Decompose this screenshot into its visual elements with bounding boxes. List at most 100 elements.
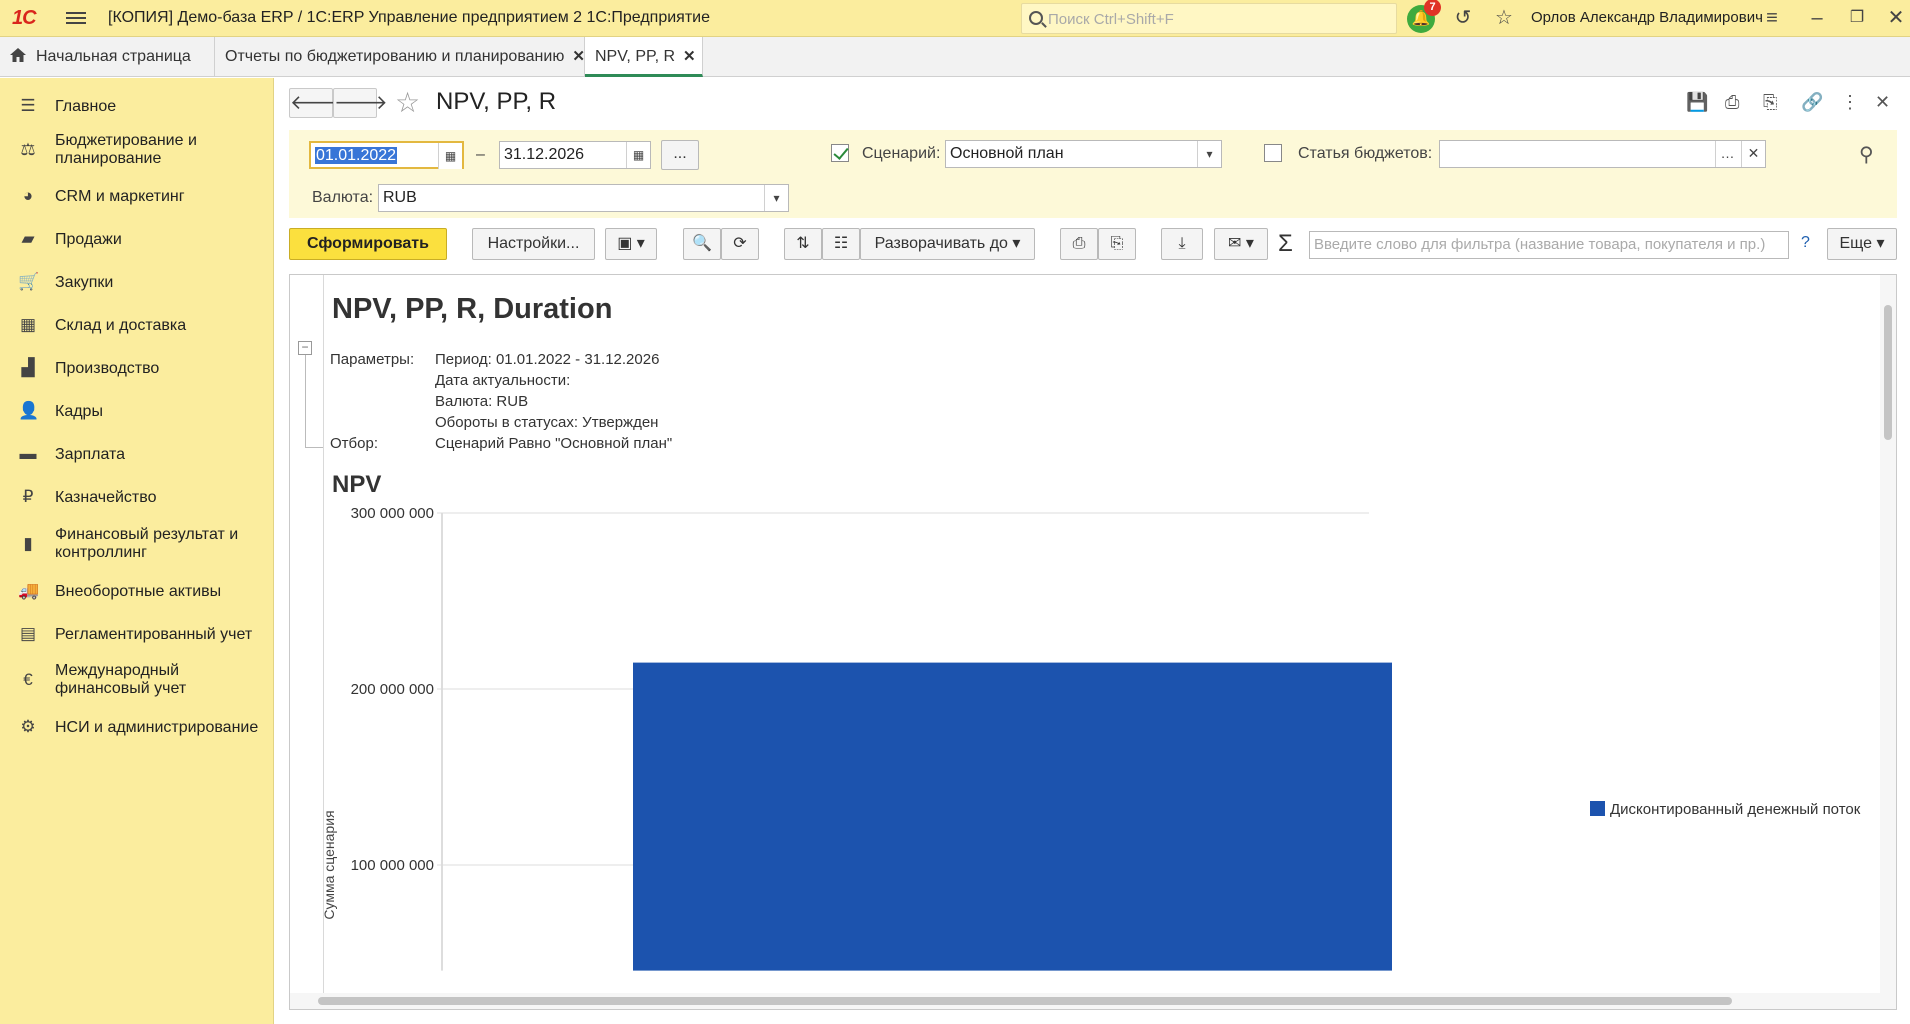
history-icon[interactable]: ↺: [1451, 6, 1475, 30]
more-button[interactable]: Еще ▾: [1827, 228, 1897, 260]
sidebar-item-sales[interactable]: ▰ Продажи: [0, 223, 274, 255]
sections-sidebar: ☰ Главное ⚖ Бюджетирование и планировани…: [0, 78, 274, 1024]
currency-label: Валюта:: [312, 189, 374, 206]
euro-icon: €: [23, 670, 33, 689]
favorites-star-icon[interactable]: ☆: [1492, 6, 1516, 30]
tab-label: Начальная страница: [36, 48, 191, 65]
clear-icon[interactable]: ✕: [1741, 141, 1765, 167]
sidebar-item-label: CRM и маркетинг: [55, 188, 185, 205]
sidebar-item-label: Финансовый результат и контроллинг: [55, 526, 239, 561]
close-tab-icon[interactable]: ✕: [572, 48, 585, 65]
close-tab-icon[interactable]: ✕: [683, 48, 696, 65]
print-icon[interactable]: ⎙: [1060, 228, 1098, 260]
horizontal-scrollbar[interactable]: [290, 993, 1896, 1009]
tab-budget-reports[interactable]: Отчеты по бюджетированию и планированию ✕: [215, 37, 585, 77]
date-from-value: 01.01.2022: [315, 147, 398, 164]
search-placeholder: Поиск Ctrl+Shift+F: [1048, 11, 1174, 28]
sidebar-item-treasury[interactable]: ₽ Казначейство: [0, 481, 274, 513]
sidebar-item-label: Главное: [55, 98, 117, 115]
sidebar-item-regulated-accounting[interactable]: ▤ Регламентированный учет: [0, 618, 274, 650]
notifications-bell-icon[interactable]: 🔔 7: [1407, 0, 1441, 33]
calendar-icon[interactable]: ▦: [438, 143, 462, 169]
sum-icon[interactable]: Σ: [1278, 230, 1293, 258]
global-search-input[interactable]: Поиск Ctrl+Shift+F: [1021, 3, 1397, 34]
date-from-field[interactable]: 01.01.2022 ▦: [309, 141, 464, 169]
report-document[interactable]: − NPV, PP, R, Duration Параметры: Период…: [289, 274, 1897, 1010]
variants-icon: ▣: [617, 235, 633, 252]
sidebar-item-hr[interactable]: 👤 Кадры: [0, 395, 274, 427]
forward-button[interactable]: 🡒: [333, 88, 388, 118]
sidebar-item-salary[interactable]: ▬ Зарплата: [0, 438, 274, 470]
sidebar-item-label: Бюджетирование и планирование: [55, 132, 197, 167]
user-name[interactable]: Орлов Александр Владимирович: [1531, 9, 1763, 26]
tab-home[interactable]: Начальная страница: [0, 37, 215, 77]
scenario-value: Основной план: [950, 145, 1064, 162]
restore-icon[interactable]: ❐: [1845, 6, 1869, 30]
favorite-star-icon[interactable]: ☆: [395, 86, 420, 119]
sidebar-item-purchases[interactable]: 🛒 Закупки: [0, 266, 274, 298]
print-icon[interactable]: ⎙: [1725, 92, 1739, 113]
currency-select[interactable]: RUB ▾: [378, 184, 789, 212]
email-dropdown-button[interactable]: ✉ ▾: [1214, 228, 1268, 260]
expand-to-dropdown[interactable]: Разворачивать до ▾: [860, 228, 1035, 260]
calendar-icon[interactable]: ▦: [626, 142, 650, 168]
settings-lines-icon[interactable]: ≡: [1760, 6, 1784, 30]
sidebar-item-international[interactable]: € Международный финансовый учет: [0, 660, 274, 700]
horizontal-scroll-thumb[interactable]: [318, 997, 1732, 1005]
print-preview-icon[interactable]: ⎘: [1098, 228, 1136, 260]
sidebar-item-budgeting[interactable]: ⚖ Бюджетирование и планирование: [0, 130, 274, 170]
search-icon: 🔍: [692, 235, 712, 252]
minimize-icon[interactable]: –: [1805, 6, 1829, 30]
link-icon[interactable]: 🔗: [1801, 92, 1823, 113]
date-dash: –: [476, 146, 485, 163]
budget-item-checkbox[interactable]: [1264, 144, 1282, 162]
generate-button[interactable]: Сформировать: [289, 228, 447, 260]
tab-npv-report[interactable]: NPV, PP, R ✕: [585, 37, 703, 77]
scenario-select[interactable]: Основной план ▾: [945, 140, 1222, 168]
sidebar-item-label: Казначейство: [55, 489, 157, 506]
sidebar-item-administration[interactable]: ⚙ НСИ и администрирование: [0, 711, 274, 743]
group-icon[interactable]: ☷: [822, 228, 860, 260]
scenario-checkbox[interactable]: [831, 144, 849, 162]
pin-icon[interactable]: ⚲: [1859, 142, 1874, 167]
back-button[interactable]: 🡐: [289, 88, 344, 118]
preview-icon[interactable]: ⎘: [1763, 92, 1777, 113]
main-menu-icon[interactable]: [66, 9, 86, 27]
dropdown-arrow-icon[interactable]: ▾: [764, 185, 788, 211]
sidebar-item-label: Регламентированный учет: [55, 626, 253, 643]
sort-icon[interactable]: ⇅: [784, 228, 822, 260]
sidebar-item-fixed-assets[interactable]: 🚚 Внеоборотные активы: [0, 575, 274, 607]
legend-swatch: [1590, 801, 1605, 816]
variants-dropdown-button[interactable]: ▣ ▾: [605, 228, 657, 260]
ruble-icon: ₽: [22, 487, 34, 506]
sidebar-item-financial-result[interactable]: ▮ Финансовый результат и контроллинг: [0, 524, 274, 564]
date-to-field[interactable]: 31.12.2026 ▦: [499, 141, 651, 169]
dropdown-arrow-icon[interactable]: ▾: [1197, 141, 1221, 167]
sidebar-item-main[interactable]: ☰ Главное: [0, 90, 274, 122]
settings-button[interactable]: Настройки...: [472, 228, 595, 260]
period-select-button[interactable]: ...: [661, 140, 699, 170]
report-filter-input[interactable]: Введите слово для фильтра (название това…: [1309, 231, 1789, 259]
search-button[interactable]: 🔍: [683, 228, 721, 260]
vertical-scroll-thumb[interactable]: [1884, 305, 1892, 440]
gear-icon: ⚙: [20, 717, 36, 736]
vertical-scrollbar[interactable]: [1880, 275, 1896, 995]
sidebar-item-warehouse[interactable]: ▦ Склад и доставка: [0, 309, 274, 341]
more-vertical-icon[interactable]: ⋮: [1841, 92, 1859, 113]
form-title: NPV, PP, R: [436, 88, 557, 115]
budget-item-field[interactable]: … ✕: [1439, 140, 1766, 168]
card-icon: ▬: [19, 444, 37, 463]
sidebar-item-production[interactable]: ▟ Производство: [0, 352, 274, 384]
select-ellipsis-icon[interactable]: …: [1715, 141, 1739, 167]
report-form: 🡐 🡒 ☆ NPV, PP, R 💾 ⎙ ⎘ 🔗 ⋮ ✕ 01.01.2022 …: [275, 78, 1910, 1024]
sidebar-item-crm[interactable]: ◕ CRM и маркетинг: [0, 180, 274, 212]
home-icon: [10, 48, 26, 62]
download-icon[interactable]: ⤓: [1161, 228, 1203, 260]
close-form-icon[interactable]: ✕: [1875, 92, 1890, 113]
close-window-icon[interactable]: ✕: [1884, 6, 1908, 30]
legend-label: Дисконтированный денежный поток: [1610, 801, 1861, 818]
help-link[interactable]: ?: [1801, 234, 1810, 252]
bar: [633, 662, 1392, 971]
search-next-icon[interactable]: ⟳: [721, 228, 759, 260]
save-icon[interactable]: 💾: [1686, 92, 1708, 113]
